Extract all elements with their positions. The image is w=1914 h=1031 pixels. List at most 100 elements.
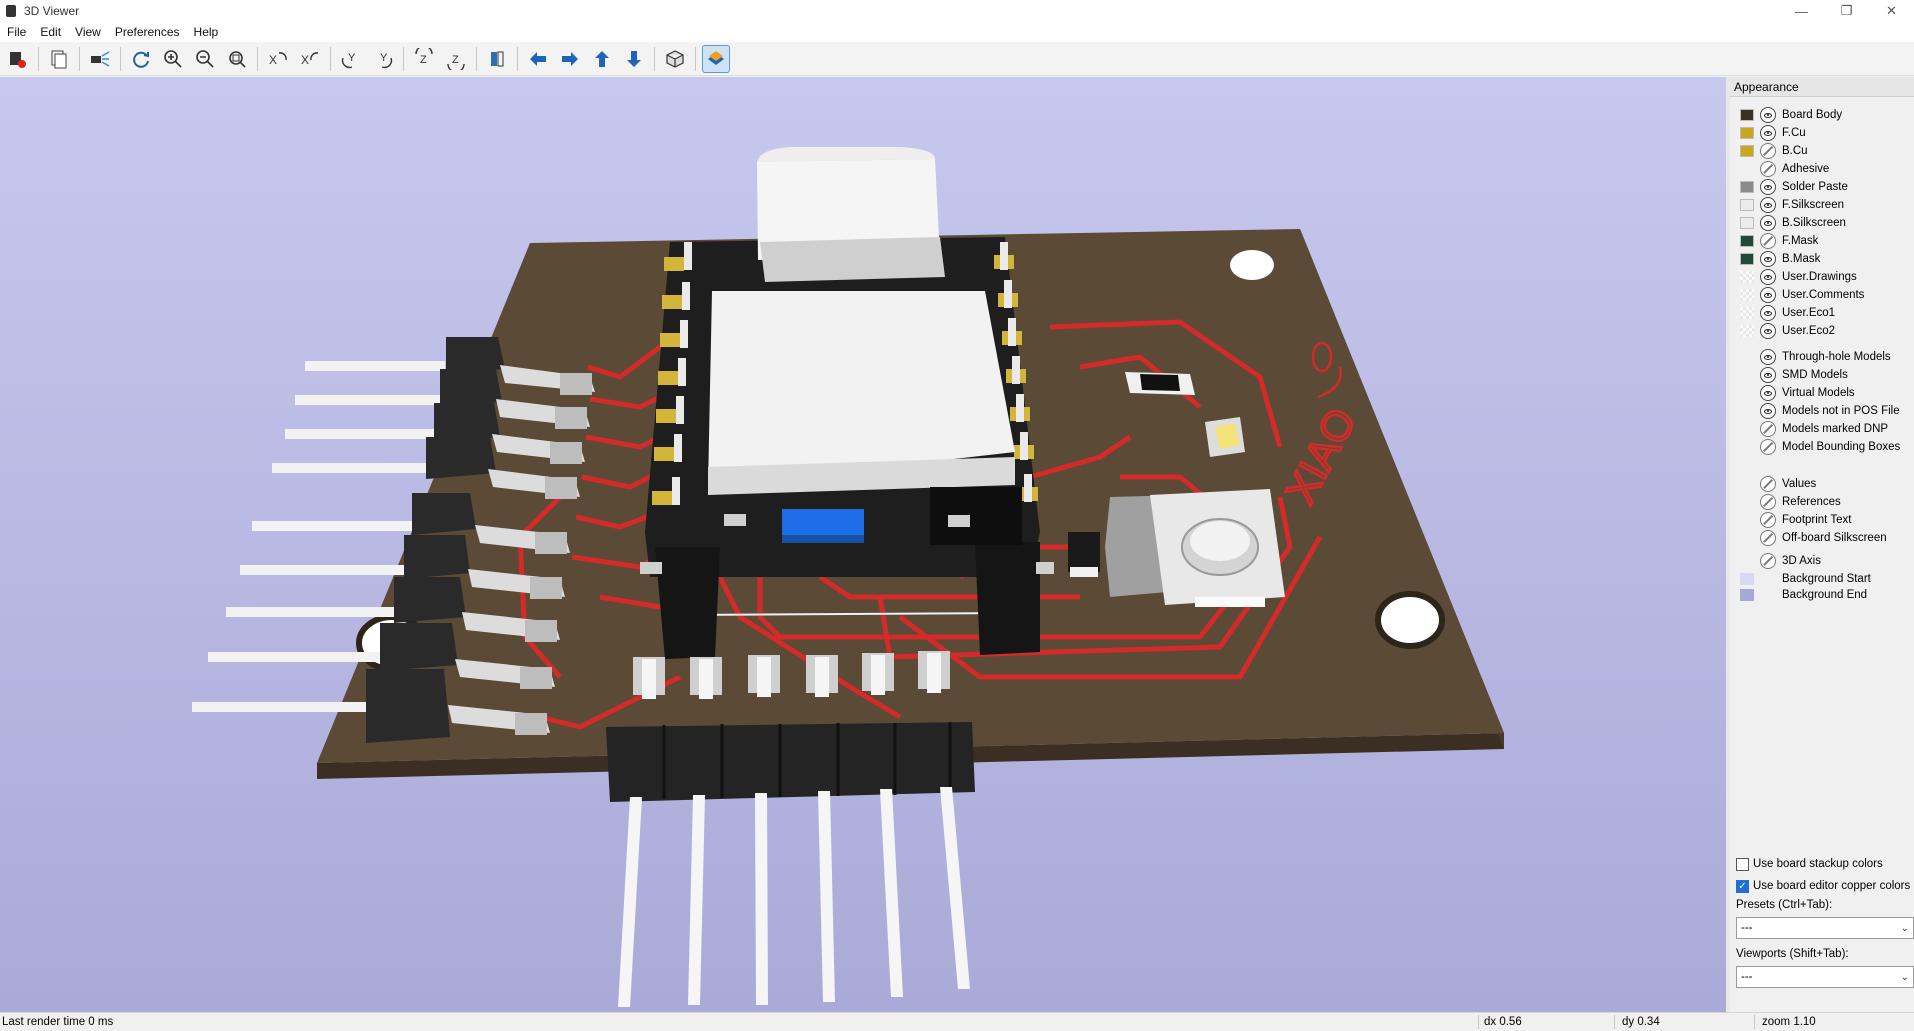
layer-color-swatch[interactable] — [1740, 271, 1754, 283]
viewports-select[interactable]: --- ⌄ — [1736, 966, 1914, 988]
layer-row-background-end[interactable]: Background End — [1730, 586, 1914, 604]
reload-button[interactable] — [127, 45, 155, 73]
pcb-3d-scene[interactable]: XIAO — [0, 77, 1726, 1012]
layer-color-swatch[interactable] — [1740, 163, 1754, 175]
layer-color-swatch[interactable] — [1740, 217, 1754, 229]
menu-preferences[interactable]: Preferences — [108, 25, 187, 39]
layer-row-models-marked-dnp[interactable]: Models marked DNP — [1730, 420, 1914, 438]
checkbox[interactable]: ✓ — [1736, 879, 1749, 893]
restore-button[interactable]: ❐ — [1824, 0, 1869, 22]
layer-row-3d-axis[interactable]: 3D Axis — [1730, 552, 1914, 570]
layer-row-user-comments[interactable]: User.Comments — [1730, 286, 1914, 304]
minimize-button[interactable]: — — [1779, 0, 1824, 22]
layer-row-values[interactable]: Values — [1730, 475, 1914, 493]
background-color-swatch[interactable] — [1740, 573, 1754, 585]
layer-color-swatch[interactable] — [1740, 235, 1754, 247]
visibility-off-icon[interactable] — [1760, 494, 1776, 510]
visibility-on-icon[interactable] — [1760, 349, 1776, 365]
visibility-on-icon[interactable] — [1760, 287, 1776, 303]
visibility-on-icon[interactable] — [1760, 367, 1776, 383]
zoom-in-button[interactable] — [159, 45, 187, 73]
visibility-on-icon[interactable] — [1760, 323, 1776, 339]
presets-select[interactable]: --- ⌄ — [1736, 917, 1914, 939]
visibility-on-icon[interactable] — [1760, 403, 1776, 419]
copy-image-button[interactable] — [45, 45, 73, 73]
visibility-on-icon[interactable] — [1760, 215, 1776, 231]
visibility-off-icon[interactable] — [1760, 553, 1776, 569]
visibility-on-icon[interactable] — [1760, 197, 1776, 213]
layer-row-b-cu[interactable]: B.Cu — [1730, 142, 1914, 160]
layer-row-solder-paste[interactable]: Solder Paste — [1730, 178, 1914, 196]
layer-row-adhesive[interactable]: Adhesive — [1730, 160, 1914, 178]
layer-row-f-cu[interactable]: F.Cu — [1730, 124, 1914, 142]
visibility-off-icon[interactable] — [1760, 143, 1776, 159]
layer-color-swatch[interactable] — [1740, 289, 1754, 301]
visibility-on-icon[interactable] — [1760, 179, 1776, 195]
menu-help[interactable]: Help — [187, 25, 226, 39]
rotate-y-ccw-button[interactable]: Y — [369, 45, 397, 73]
layer-color-swatch[interactable] — [1740, 307, 1754, 319]
layer-row-b-mask[interactable]: B.Mask — [1730, 250, 1914, 268]
rotate-x-ccw-button[interactable]: X — [296, 45, 324, 73]
raytrace-button[interactable] — [86, 45, 114, 73]
layer-row-f-mask[interactable]: F.Mask — [1730, 232, 1914, 250]
render-options-button[interactable] — [4, 45, 32, 73]
layer-row-user-eco2[interactable]: User.Eco2 — [1730, 322, 1914, 340]
zoom-out-button[interactable] — [191, 45, 219, 73]
background-color-swatch[interactable] — [1740, 589, 1754, 601]
visibility-off-icon[interactable] — [1760, 233, 1776, 249]
layers-manager-button[interactable] — [702, 44, 730, 73]
layer-row-models-not-in-pos-file[interactable]: Models not in POS File — [1730, 402, 1914, 420]
layer-row-through-hole-models[interactable]: Through-hole Models — [1730, 348, 1914, 366]
orthographic-button[interactable] — [661, 45, 689, 73]
visibility-off-icon[interactable] — [1760, 421, 1776, 437]
visibility-off-icon[interactable] — [1760, 161, 1776, 177]
move-right-button[interactable] — [556, 45, 584, 73]
layer-row-model-bounding-boxes[interactable]: Model Bounding Boxes — [1730, 438, 1914, 456]
menu-edit[interactable]: Edit — [33, 25, 68, 39]
layer-row-user-eco1[interactable]: User.Eco1 — [1730, 304, 1914, 322]
layer-color-swatch[interactable] — [1740, 253, 1754, 265]
chevron-down-icon[interactable]: ⌄ — [1901, 919, 1909, 939]
layer-row-references[interactable]: References — [1730, 493, 1914, 511]
visibility-on-icon[interactable] — [1760, 269, 1776, 285]
rotate-z-ccw-button[interactable]: Z — [442, 45, 470, 73]
chevron-down-icon[interactable]: ⌄ — [1901, 968, 1909, 988]
move-left-button[interactable] — [524, 45, 552, 73]
checkbox[interactable] — [1736, 857, 1749, 871]
visibility-off-icon[interactable] — [1760, 530, 1776, 546]
move-up-button[interactable] — [588, 45, 616, 73]
layer-row-footprint-text[interactable]: Footprint Text — [1730, 511, 1914, 529]
layer-row-f-silkscreen[interactable]: F.Silkscreen — [1730, 196, 1914, 214]
menu-view[interactable]: View — [68, 25, 108, 39]
visibility-on-icon[interactable] — [1760, 305, 1776, 321]
rotate-z-cw-button[interactable]: Z — [410, 45, 438, 73]
layer-row-off-board-silkscreen[interactable]: Off-board Silkscreen — [1730, 529, 1914, 547]
layer-row-smd-models[interactable]: SMD Models — [1730, 366, 1914, 384]
option-use-board-stackup-colors[interactable]: Use board stackup colors — [1736, 855, 1883, 873]
layer-color-swatch[interactable] — [1740, 109, 1754, 121]
visibility-on-icon[interactable] — [1760, 385, 1776, 401]
layer-color-swatch[interactable] — [1740, 127, 1754, 139]
layer-row-b-silkscreen[interactable]: B.Silkscreen — [1730, 214, 1914, 232]
visibility-on-icon[interactable] — [1760, 125, 1776, 141]
visibility-off-icon[interactable] — [1760, 476, 1776, 492]
layer-row-board-body[interactable]: Board Body — [1730, 106, 1914, 124]
rotate-x-cw-button[interactable]: X — [264, 45, 292, 73]
layer-color-swatch[interactable] — [1740, 199, 1754, 211]
move-down-button[interactable] — [620, 45, 648, 73]
layer-color-swatch[interactable] — [1740, 325, 1754, 337]
visibility-on-icon[interactable] — [1760, 251, 1776, 267]
flip-board-button[interactable] — [483, 45, 511, 73]
layer-row-virtual-models[interactable]: Virtual Models — [1730, 384, 1914, 402]
option-use-board-editor-copper-colors[interactable]: ✓ Use board editor copper colors — [1736, 877, 1910, 895]
rotate-y-cw-button[interactable]: Y — [337, 45, 365, 73]
3d-viewport[interactable]: XIAO — [0, 77, 1726, 1012]
layer-row-user-drawings[interactable]: User.Drawings — [1730, 268, 1914, 286]
close-button[interactable]: ✕ — [1869, 0, 1914, 22]
visibility-off-icon[interactable] — [1760, 512, 1776, 528]
visibility-off-icon[interactable] — [1760, 439, 1776, 455]
layer-color-swatch[interactable] — [1740, 181, 1754, 193]
zoom-fit-button[interactable] — [223, 45, 251, 73]
menu-file[interactable]: File — [0, 25, 33, 39]
